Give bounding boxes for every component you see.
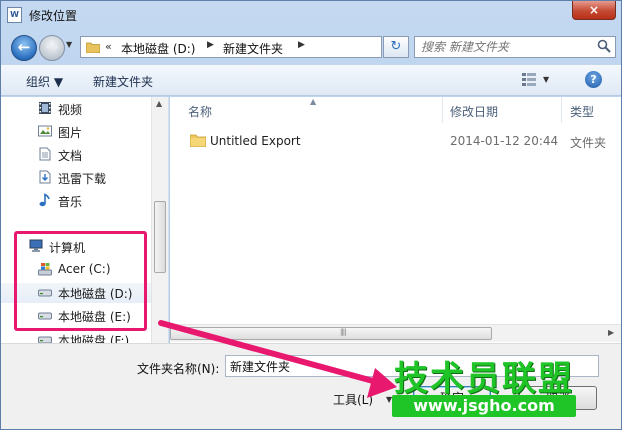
sort-ascending-icon: ▲ (310, 97, 317, 106)
view-dropdown-icon[interactable]: ▼ (543, 75, 549, 84)
scrollbar-grip-icon: |||| (340, 328, 347, 336)
sidebar-item-label: 文档 (58, 149, 83, 163)
ok-button[interactable]: 确定 (413, 386, 491, 410)
file-name: Untitled Export (210, 134, 301, 148)
sidebar-item-label: 视频 (58, 103, 83, 117)
organize-label: 组织 (26, 75, 51, 89)
file-modified-date: 2014-01-12 20:44 (450, 134, 559, 148)
address-bar[interactable]: « 本地磁盘 (D:) ▶ 新建文件夹 ▶ ▼ (80, 36, 456, 58)
breadcrumb-drive-d[interactable]: 本地磁盘 (D:) (121, 40, 195, 57)
highlight-box (14, 231, 147, 331)
close-button[interactable]: × (572, 1, 616, 20)
scrollbar-thumb[interactable] (170, 327, 492, 340)
music-icon (39, 193, 50, 207)
new-folder-button[interactable]: 新建文件夹 (93, 73, 153, 90)
sidebar-item-documents[interactable]: 文档 (38, 145, 148, 165)
close-icon: × (588, 3, 600, 17)
sidebar-item-drive-f[interactable]: 本地磁盘 (F:) (38, 330, 148, 343)
app-icon: W (7, 7, 22, 23)
sidebar-item-videos[interactable]: 视频 (38, 99, 148, 119)
search-icon[interactable] (597, 39, 611, 53)
refresh-button[interactable]: ↻ (383, 36, 409, 58)
search-box[interactable] (414, 36, 616, 58)
sidebar-item-pictures[interactable]: 图片 (38, 122, 148, 142)
folder-icon (190, 134, 206, 147)
cancel-button[interactable]: 取消 (519, 386, 597, 410)
organize-menu[interactable]: 组织 ▼ (26, 73, 63, 90)
back-button[interactable]: ← (11, 35, 37, 61)
title-bar: W 修改位置 × (1, 1, 621, 29)
drive-icon (38, 336, 52, 343)
sidebar-item-label: 迅雷下载 (58, 172, 107, 186)
breadcrumb-separator-icon[interactable]: ▶ (298, 40, 305, 50)
documents-icon (39, 147, 51, 161)
file-list-horizontal-scrollbar[interactable]: |||| ▶ (170, 324, 621, 342)
tools-button[interactable]: 工具(L) (333, 391, 373, 408)
video-icon (39, 102, 51, 114)
folder-icon (86, 42, 100, 53)
scrollbar-thumb[interactable] (154, 201, 166, 273)
command-bar: 组织 ▼ 新建文件夹 ▼ ? (1, 64, 621, 96)
file-type: 文件夹 (570, 136, 607, 150)
dialog-window: W 修改位置 × ← → ▼ « 本地磁盘 (D:) ▶ 新建文件夹 ▶ ▼ ↻… (0, 0, 622, 430)
scroll-up-icon[interactable]: ▲ (156, 99, 162, 108)
tools-dropdown-icon[interactable]: ▼ (386, 395, 392, 404)
breadcrumb-new-folder[interactable]: 新建文件夹 (223, 40, 283, 57)
forward-button[interactable]: → (39, 35, 65, 61)
navigation-pane-scrollbar[interactable]: ▲ (151, 97, 168, 343)
scroll-right-icon[interactable]: ▶ (608, 328, 614, 337)
dialog-footer: 文件夹名称(N): 工具(L) ▼ 确定 取消 (1, 343, 621, 429)
download-icon (39, 170, 51, 184)
sidebar-item-downloads[interactable]: 迅雷下载 (38, 168, 148, 188)
view-options-icon[interactable] (522, 73, 536, 86)
sidebar-item-label: 图片 (58, 126, 83, 140)
column-divider[interactable] (561, 97, 562, 123)
sidebar-item-label: 音乐 (58, 195, 83, 209)
file-list: ▲ 名称 修改日期 类型 Untitled Export 2014-01-12 … (170, 97, 621, 343)
breadcrumb-separator-icon[interactable]: ▶ (207, 40, 214, 50)
column-header-type[interactable]: 类型 (570, 103, 594, 120)
help-icon[interactable]: ? (585, 71, 602, 88)
column-divider[interactable] (442, 97, 443, 123)
pictures-icon (38, 125, 52, 137)
sidebar-item-music[interactable]: 音乐 (38, 191, 148, 211)
column-header-modified[interactable]: 修改日期 (450, 103, 498, 120)
sidebar-item-label: 本地磁盘 (F:) (58, 334, 130, 343)
recent-pages-dropdown[interactable]: ▼ (66, 40, 72, 49)
column-header-name[interactable]: 名称 (188, 103, 212, 120)
address-overflow-chevron[interactable]: « (105, 40, 112, 53)
window-title: 修改位置 (29, 9, 78, 23)
folder-name-label: 文件夹名称(N): (137, 362, 220, 376)
search-input[interactable] (421, 39, 591, 55)
folder-name-input[interactable] (225, 355, 599, 377)
